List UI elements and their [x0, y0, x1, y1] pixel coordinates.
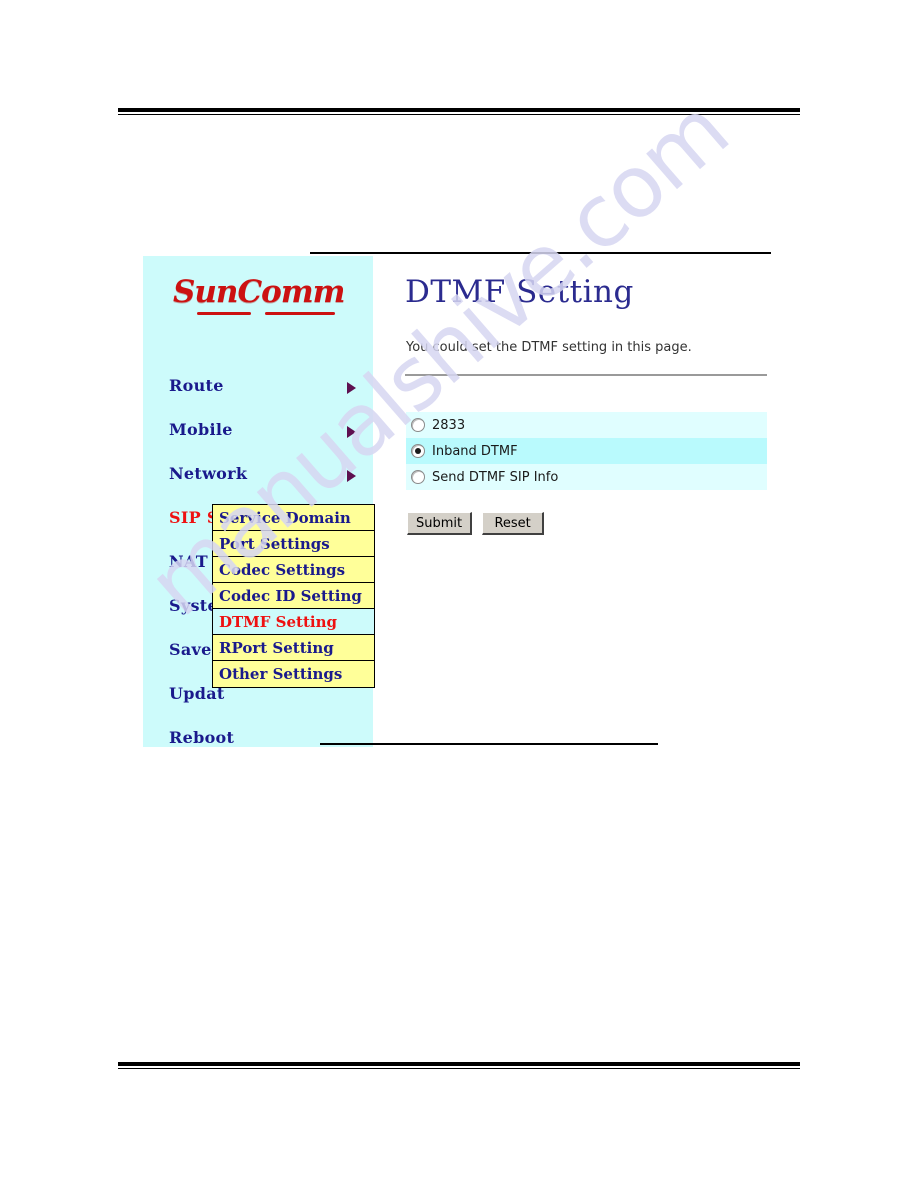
sidebar-item-system[interactable]: Syste	[169, 596, 218, 615]
radio-icon-inband-dtmf[interactable]	[411, 444, 425, 458]
dtmf-mode-radio-group: 2833 Inband DTMF Send DTMF SIP Info	[406, 412, 767, 490]
radio-option-inband-dtmf[interactable]: Inband DTMF	[406, 438, 767, 464]
radio-icon-send-dtmf-sip-info[interactable]	[411, 470, 425, 484]
content-bottom-rule	[320, 743, 658, 745]
page-title: DTMF Setting	[405, 274, 634, 310]
logo-text: SunComm	[173, 274, 345, 310]
submenu-item-rport-setting[interactable]: RPort Setting	[213, 635, 374, 661]
logo-swash-left	[197, 312, 251, 315]
sidebar-item-save[interactable]: Save	[169, 640, 212, 659]
footer-rule-thick	[118, 1062, 800, 1066]
radio-option-send-dtmf-sip-info[interactable]: Send DTMF SIP Info	[406, 464, 767, 490]
description-divider	[405, 374, 767, 376]
sidebar-item-mobile[interactable]: Mobile	[169, 420, 233, 439]
radio-option-2833[interactable]: 2833	[406, 412, 767, 438]
reset-button[interactable]: Reset	[482, 512, 545, 535]
submenu-item-dtmf-setting[interactable]: DTMF Setting	[213, 609, 374, 635]
radio-label-2833: 2833	[432, 417, 466, 433]
radio-label-send-dtmf-sip-info: Send DTMF SIP Info	[432, 469, 559, 485]
radio-label-inband-dtmf: Inband DTMF	[432, 443, 518, 459]
submenu-item-codec-settings[interactable]: Codec Settings	[213, 557, 374, 583]
page-footer-rule	[118, 1062, 800, 1069]
chevron-right-icon-mobile	[347, 426, 356, 438]
main-content: DTMF Setting You could set the DTMF sett…	[397, 256, 771, 747]
sip-settings-submenu: Service Domain Port Settings Codec Setti…	[212, 504, 375, 688]
web-ui-screenshot: SunComm Route Mobile Network SIP S NAT S…	[143, 252, 771, 747]
header-rule-thick	[118, 108, 800, 112]
content-top-rule	[310, 252, 771, 254]
footer-rule-thin	[118, 1068, 800, 1069]
submenu-item-service-domain[interactable]: Service Domain	[213, 505, 374, 531]
chevron-right-icon-network	[347, 470, 356, 482]
logo-swash-right	[265, 312, 335, 315]
submenu-item-other-settings[interactable]: Other Settings	[213, 661, 374, 687]
sidebar-item-network[interactable]: Network	[169, 464, 247, 483]
header-rule-thin	[118, 114, 800, 115]
sidebar-item-route[interactable]: Route	[169, 376, 224, 395]
sidebar-item-reboot[interactable]: Reboot	[169, 728, 234, 747]
submenu-item-port-settings[interactable]: Port Settings	[213, 531, 374, 557]
form-button-bar: Submit Reset	[407, 512, 545, 535]
radio-icon-2833[interactable]	[411, 418, 425, 432]
submit-button[interactable]: Submit	[407, 512, 473, 535]
page-description: You could set the DTMF setting in this p…	[406, 340, 692, 355]
page-header-rule	[118, 108, 800, 115]
sidebar-item-nat[interactable]: NAT	[169, 552, 208, 571]
suncomm-logo: SunComm	[173, 272, 348, 328]
chevron-right-icon-route	[347, 382, 356, 394]
submenu-item-codec-id-setting[interactable]: Codec ID Setting	[213, 583, 374, 609]
